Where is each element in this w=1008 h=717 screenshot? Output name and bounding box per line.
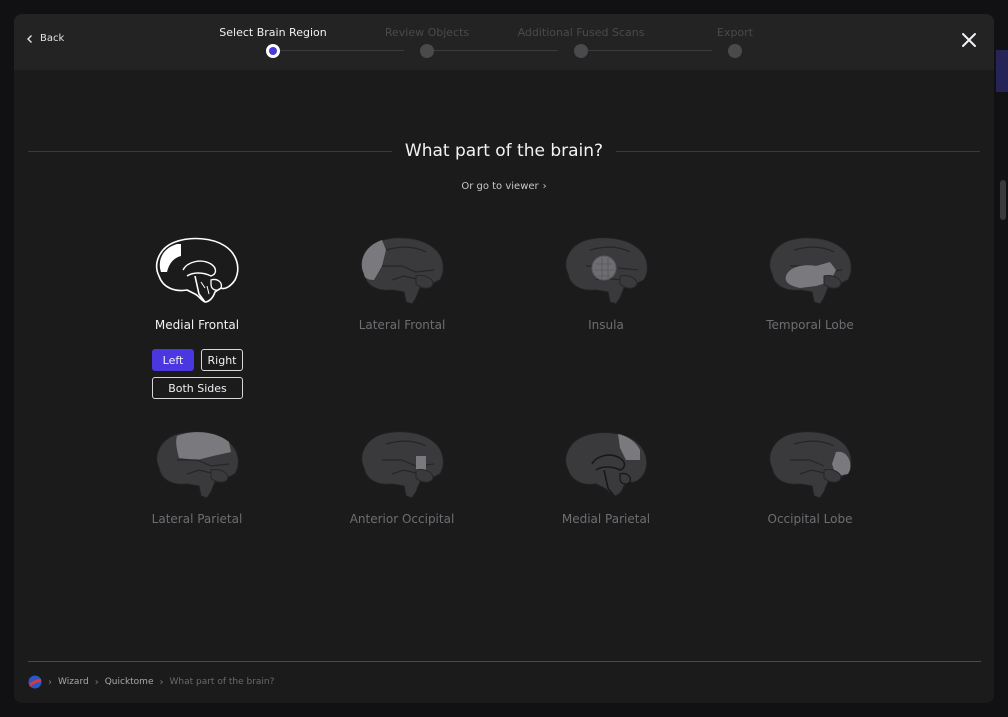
step-label-review-objects: Review Objects	[384, 26, 470, 39]
breadcrumb-quicktome[interactable]: Quicktome	[105, 677, 154, 687]
brain-anterior-occipital-icon	[361, 431, 444, 499]
step-dot-select-brain-region[interactable]	[266, 44, 280, 58]
side-both-button[interactable]: Both Sides	[152, 377, 243, 399]
chevron-right-icon: ›	[159, 676, 164, 688]
chevron-right-icon: ›	[94, 676, 99, 688]
wizard-header: Back Select Brain Region Review Objects …	[14, 14, 994, 70]
region-label: Lateral Parietal	[151, 512, 243, 526]
breadcrumb-current: What part of the brain?	[169, 677, 275, 687]
chevron-right-icon: ›	[48, 676, 52, 688]
breadcrumb: › Wizard › Quicktome › What part of the …	[28, 675, 274, 689]
brain-medial-frontal-icon	[155, 237, 239, 303]
go-to-viewer-link[interactable]: Or go to viewer ›	[14, 181, 994, 192]
region-anterior-occipital[interactable]: Anterior Occipital	[312, 430, 492, 526]
region-label: Lateral Frontal	[358, 318, 446, 332]
brain-temporal-lobe-icon	[769, 237, 852, 305]
app-logo-icon[interactable]	[28, 675, 42, 689]
step-connector	[588, 50, 712, 51]
region-label: Medial Frontal	[154, 318, 240, 332]
region-medial-frontal[interactable]: Medial Frontal	[107, 236, 287, 332]
step-connector	[434, 50, 558, 51]
step-dot-review-objects[interactable]	[420, 44, 434, 58]
region-temporal-lobe[interactable]: Temporal Lobe	[720, 236, 900, 332]
step-dot-export[interactable]	[728, 44, 742, 58]
page-title: What part of the brain?	[404, 141, 604, 161]
step-connector	[280, 50, 404, 51]
region-label: Medial Parietal	[561, 512, 651, 526]
step-dot-additional-fused-scans[interactable]	[574, 44, 588, 58]
region-label: Insula	[588, 318, 624, 332]
brain-occipital-lobe-icon	[769, 431, 852, 499]
region-label: Anterior Occipital	[349, 512, 455, 526]
breadcrumb-wizard[interactable]: Wizard	[58, 677, 89, 687]
wizard-stepper: Select Brain Region Review Objects Addit…	[14, 14, 994, 70]
wizard-modal: Back Select Brain Region Review Objects …	[14, 14, 994, 703]
region-occipital-lobe[interactable]: Occipital Lobe	[720, 430, 900, 526]
side-left-button[interactable]: Left	[152, 349, 194, 371]
background-scrollbar	[1000, 180, 1006, 220]
region-lateral-frontal[interactable]: Lateral Frontal	[312, 236, 492, 332]
region-medial-parietal[interactable]: Medial Parietal	[516, 430, 696, 526]
region-label: Temporal Lobe	[766, 318, 854, 332]
region-label: Occipital Lobe	[767, 512, 853, 526]
close-icon[interactable]	[960, 31, 978, 49]
chevron-right-icon: ›	[542, 181, 547, 192]
background-accent	[996, 50, 1008, 92]
step-label-export: Export	[716, 26, 754, 39]
region-lateral-parietal[interactable]: Lateral Parietal	[107, 430, 287, 526]
brain-insula-icon	[565, 237, 648, 305]
step-label-additional-fused-scans: Additional Fused Scans	[517, 26, 645, 39]
region-insula[interactable]: Insula	[516, 236, 696, 332]
viewer-link-label: Or go to viewer	[461, 181, 539, 192]
brain-lateral-frontal-icon	[361, 237, 444, 305]
side-right-button[interactable]: Right	[201, 349, 243, 371]
brain-medial-parietal-icon	[565, 432, 648, 497]
brain-lateral-parietal-icon	[156, 431, 239, 499]
footer-divider	[28, 661, 981, 662]
step-label-select-brain-region: Select Brain Region	[219, 26, 327, 39]
page-heading-row: What part of the brain?	[28, 141, 980, 161]
